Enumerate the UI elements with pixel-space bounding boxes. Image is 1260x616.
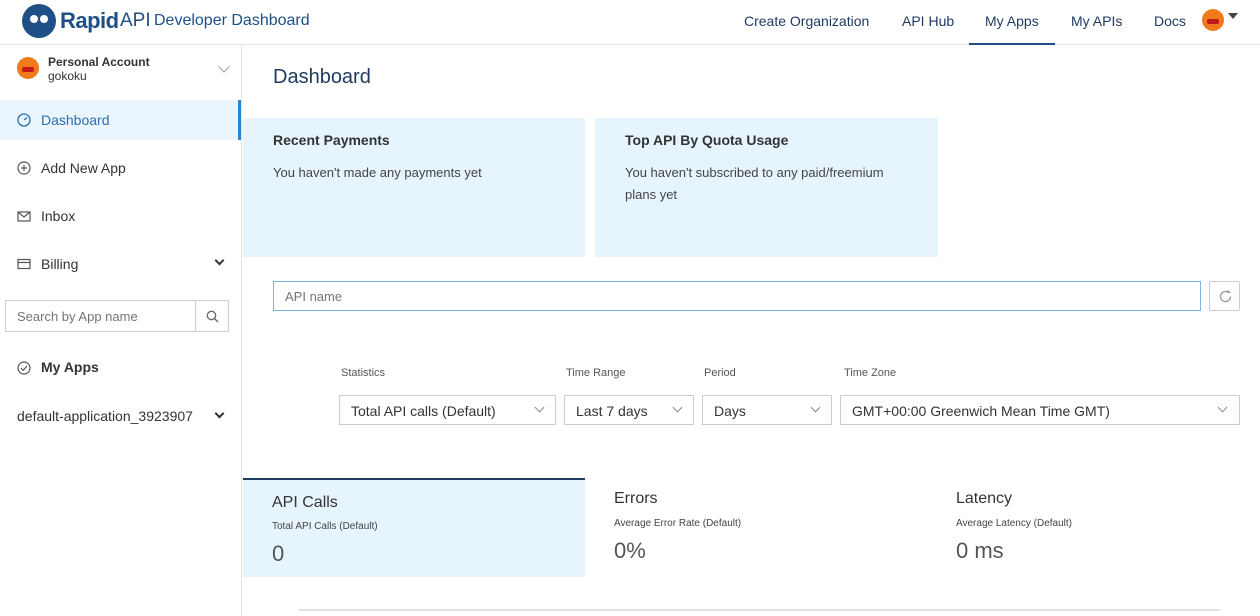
user-avatar[interactable] bbox=[1202, 9, 1224, 31]
stat-title: API Calls bbox=[272, 494, 338, 511]
stat-subtitle: Total API Calls (Default) bbox=[272, 521, 378, 532]
sidebar-item-billing[interactable]: Billing bbox=[0, 244, 241, 284]
time-zone-select[interactable]: GMT+00:00 Greenwich Mean Time GMT) bbox=[840, 395, 1240, 425]
brand-name[interactable]: Rapid bbox=[60, 8, 119, 34]
nav-docs[interactable]: Docs bbox=[1154, 13, 1186, 29]
check-circle-icon bbox=[17, 361, 31, 375]
period-label: Period bbox=[704, 367, 736, 379]
stat-value: 0 ms bbox=[956, 538, 1004, 563]
tab-errors[interactable]: Errors Average Error Rate (Default) 0% bbox=[585, 478, 927, 577]
time-range-label: Time Range bbox=[566, 367, 626, 379]
sidebar-item-inbox[interactable]: Inbox bbox=[0, 196, 241, 236]
time-range-value: Last 7 days bbox=[576, 403, 648, 419]
statistics-label: Statistics bbox=[341, 367, 386, 379]
sidebar-item-label: Inbox bbox=[41, 208, 76, 224]
time-zone-label: Time Zone bbox=[844, 367, 897, 379]
top-bar: Rapid API Developer Dashboard Create Org… bbox=[0, 0, 1260, 45]
statistics-select[interactable]: Total API calls (Default) bbox=[339, 395, 556, 425]
sidebar: Personal Account gokoku Dashboard Add Ne… bbox=[0, 45, 242, 616]
plus-circle-icon bbox=[17, 161, 31, 175]
sidebar-item-dashboard[interactable]: Dashboard bbox=[0, 100, 241, 140]
refresh-button[interactable] bbox=[1209, 281, 1240, 311]
search-icon bbox=[206, 310, 219, 323]
avatar bbox=[17, 57, 39, 79]
nav-my-apis[interactable]: My APIs bbox=[1071, 13, 1122, 29]
tab-latency[interactable]: Latency Average Latency (Default) 0 ms bbox=[927, 478, 1260, 577]
my-apps-heading: My Apps bbox=[41, 359, 99, 375]
stat-subtitle: Average Error Rate (Default) bbox=[614, 518, 742, 529]
sidebar-item-label: Billing bbox=[41, 256, 79, 272]
chevron-down-icon bbox=[534, 402, 545, 413]
tab-api-calls[interactable]: API Calls Total API Calls (Default) 0 bbox=[243, 478, 585, 577]
brand-suffix[interactable]: API bbox=[120, 10, 151, 32]
chevron-down-icon bbox=[810, 402, 821, 413]
nav-active-indicator bbox=[969, 43, 1055, 45]
card-title: Recent Payments bbox=[273, 132, 390, 148]
nav-my-apps[interactable]: My Apps bbox=[985, 13, 1039, 29]
period-select[interactable]: Days bbox=[702, 395, 832, 425]
divider bbox=[299, 609, 1220, 611]
account-switcher[interactable]: Personal Account gokoku bbox=[0, 45, 241, 97]
account-type: Personal Account bbox=[48, 55, 150, 69]
search-app-input[interactable] bbox=[5, 300, 196, 332]
credit-card-icon bbox=[17, 258, 31, 270]
rapidapi-logo-icon[interactable] bbox=[22, 4, 56, 38]
chevron-down-icon bbox=[672, 402, 683, 413]
stat-value: 0% bbox=[614, 538, 646, 563]
statistics-value: Total API calls (Default) bbox=[351, 403, 496, 419]
card-text: You haven't subscribed to any paid/freem… bbox=[625, 165, 884, 202]
chevron-down-icon bbox=[1217, 402, 1228, 413]
refresh-icon bbox=[1219, 289, 1232, 303]
app-name: default-application_3923907 bbox=[17, 408, 193, 424]
card-title: Top API By Quota Usage bbox=[625, 132, 789, 148]
chevron-down-icon[interactable] bbox=[214, 255, 225, 266]
gauge-icon bbox=[17, 113, 31, 127]
nav-api-hub[interactable]: API Hub bbox=[902, 13, 954, 29]
nav-create-organization[interactable]: Create Organization bbox=[744, 13, 869, 29]
chevron-down-icon[interactable] bbox=[1228, 13, 1238, 19]
stat-subtitle: Average Latency (Default) bbox=[956, 518, 1072, 529]
time-zone-value: GMT+00:00 Greenwich Mean Time GMT) bbox=[852, 403, 1110, 419]
stat-title: Errors bbox=[614, 490, 658, 507]
stat-title: Latency bbox=[956, 490, 1013, 507]
card-text: You haven't made any payments yet bbox=[273, 165, 482, 180]
search-button[interactable] bbox=[195, 300, 229, 332]
sidebar-item-app[interactable]: default-application_3923907 bbox=[0, 398, 241, 434]
recent-payments-card: Recent Payments You haven't made any pay… bbox=[243, 118, 585, 257]
top-api-quota-card: Top API By Quota Usage You haven't subsc… bbox=[595, 118, 938, 257]
stat-value: 0 bbox=[272, 541, 285, 566]
app-title: Developer Dashboard bbox=[154, 12, 310, 29]
sidebar-item-label: Add New App bbox=[41, 160, 126, 176]
time-range-select[interactable]: Last 7 days bbox=[564, 395, 694, 425]
sidebar-item-label: Dashboard bbox=[41, 112, 110, 128]
period-value: Days bbox=[714, 403, 746, 419]
sidebar-item-add-new-app[interactable]: Add New App bbox=[0, 148, 241, 188]
account-username: gokoku bbox=[48, 69, 87, 83]
api-name-input[interactable] bbox=[273, 281, 1201, 311]
chevron-down-icon[interactable] bbox=[218, 61, 230, 73]
page-title: Dashboard bbox=[273, 66, 371, 88]
envelope-icon bbox=[17, 211, 31, 222]
chevron-down-icon[interactable] bbox=[214, 408, 225, 419]
